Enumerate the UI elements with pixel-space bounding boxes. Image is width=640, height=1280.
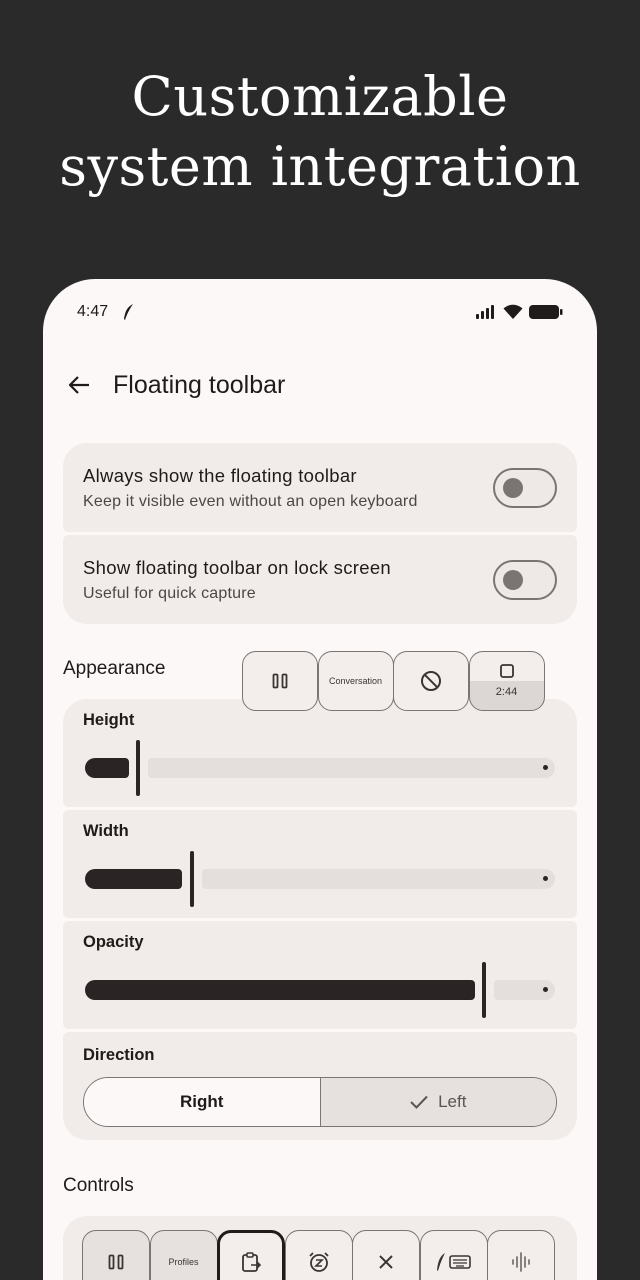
battery-icon xyxy=(529,305,563,319)
ctrl-pause-button[interactable] xyxy=(82,1230,150,1280)
height-setting: Height xyxy=(63,699,577,807)
slider-label: Height xyxy=(83,711,135,729)
height-track-inactive[interactable] xyxy=(148,758,555,778)
fb-block-button[interactable] xyxy=(393,651,469,711)
arrow-back-icon xyxy=(68,376,89,394)
always-show-toggle[interactable] xyxy=(493,468,557,508)
profiles-label: Profiles xyxy=(168,1257,199,1267)
width-stop-indicator xyxy=(543,876,548,881)
close-icon xyxy=(379,1255,393,1269)
ctrl-voice-button[interactable] xyxy=(487,1230,555,1280)
height-slider-thumb[interactable] xyxy=(136,740,140,796)
feather-keyboard-icon xyxy=(436,1253,471,1271)
lock-screen-toggle[interactable] xyxy=(493,560,557,600)
height-stop-indicator xyxy=(543,765,548,770)
setting-subtitle: Useful for quick capture xyxy=(83,585,256,602)
feather-icon xyxy=(124,304,134,320)
pause-icon xyxy=(108,1254,124,1270)
toggle-knob xyxy=(503,478,523,498)
setting-title: Show floating toolbar on lock screen xyxy=(83,557,392,578)
wifi-icon xyxy=(503,304,523,319)
fb-stop-button[interactable]: 2:44 xyxy=(468,651,545,711)
toggle-knob xyxy=(503,570,523,590)
ctrl-keyboard-button[interactable] xyxy=(419,1230,488,1280)
ctrl-clipboard-button[interactable] xyxy=(217,1230,285,1280)
promo-line-1: Customizable xyxy=(131,65,509,128)
section-controls: Controls xyxy=(63,1175,134,1196)
snooze-alarm-icon xyxy=(308,1252,329,1272)
opacity-track-active xyxy=(85,980,475,1000)
page-title: Floating toolbar xyxy=(113,370,286,399)
waveform-icon xyxy=(512,1252,530,1272)
promo-line-2: system integration xyxy=(59,135,581,198)
direction-setting: Direction Right Left xyxy=(63,1032,577,1140)
direction-option-left[interactable]: Left xyxy=(320,1078,556,1126)
signal-icon xyxy=(476,305,494,319)
opacity-slider-thumb[interactable] xyxy=(482,962,486,1018)
conversation-label: Conversation xyxy=(328,676,383,686)
stop-icon xyxy=(499,664,514,678)
fb-conversation-button[interactable]: Conversation xyxy=(317,651,394,711)
width-track-active xyxy=(85,869,182,889)
opacity-stop-indicator xyxy=(543,987,548,992)
width-slider-thumb[interactable] xyxy=(190,851,194,907)
ctrl-snooze-button[interactable] xyxy=(284,1230,353,1280)
width-track-inactive[interactable] xyxy=(202,869,555,889)
floating-toolbar-preview: Conversation 2:44 xyxy=(242,651,545,711)
setting-subtitle: Keep it visible even without an open key… xyxy=(83,493,418,510)
ctrl-close-button[interactable] xyxy=(352,1230,420,1280)
back-button[interactable] xyxy=(65,371,93,399)
option-label: Right xyxy=(180,1092,224,1111)
option-label: Left xyxy=(438,1092,467,1111)
check-icon xyxy=(410,1095,428,1109)
clipboard-icon xyxy=(242,1252,262,1272)
slider-label: Width xyxy=(83,822,129,840)
direction-option-right[interactable]: Right xyxy=(84,1078,321,1126)
controls-card: Profiles xyxy=(63,1216,577,1280)
pause-icon xyxy=(272,673,288,689)
setting-always-show[interactable]: Always show the floating toolbar Keep it… xyxy=(63,443,577,532)
direction-label: Direction xyxy=(83,1046,155,1064)
phone-screen: 4:47 Floating toolbar Always show the fl… xyxy=(43,279,597,1280)
opacity-setting: Opacity xyxy=(63,921,577,1029)
status-bar: 4:47 xyxy=(77,301,563,323)
slider-label: Opacity xyxy=(83,933,144,951)
timer-text: 2:44 xyxy=(495,686,518,698)
width-setting: Width xyxy=(63,810,577,918)
status-time: 4:47 xyxy=(77,303,109,320)
setting-lock-screen[interactable]: Show floating toolbar on lock screen Use… xyxy=(63,535,577,624)
fb-pause-button[interactable] xyxy=(242,651,318,711)
direction-segmented-button: Right Left xyxy=(83,1077,557,1127)
height-track-active xyxy=(85,758,129,778)
app-bar: Floating toolbar xyxy=(65,367,575,403)
section-appearance: Appearance xyxy=(63,658,166,679)
block-icon xyxy=(421,671,441,691)
promo-headline: Customizable system integration xyxy=(0,62,640,202)
setting-title: Always show the floating toolbar xyxy=(83,465,357,486)
ctrl-profiles-button[interactable]: Profiles xyxy=(149,1230,218,1280)
controls-toolbar: Profiles xyxy=(82,1230,555,1280)
